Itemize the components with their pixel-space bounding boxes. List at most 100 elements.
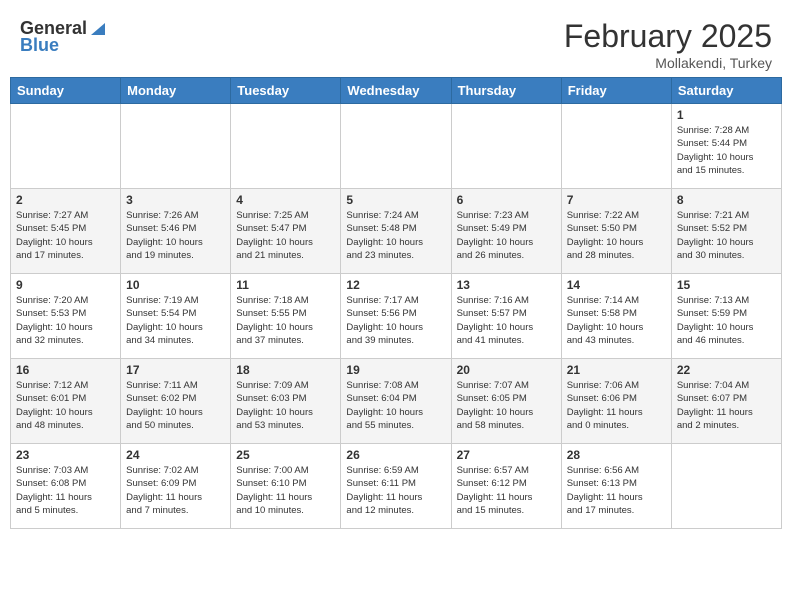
calendar-cell: 25Sunrise: 7:00 AM Sunset: 6:10 PM Dayli… [231,444,341,529]
day-info: Sunrise: 7:00 AM Sunset: 6:10 PM Dayligh… [236,464,335,517]
day-number: 15 [677,278,776,292]
calendar-week-row: 23 Sunrise: 7:03 AM Sunset: 6:08 PM Dayli… [11,444,782,529]
logo: General Blue [20,18,107,56]
day-info: Sunrise: 7:19 AM Sunset: 5:54 PM Dayligh… [126,294,225,347]
calendar-cell: 6 Sunrise: 7:23 AM Sunset: 5:49 PM Daylig… [451,189,561,274]
calendar-cell: 17 Sunrise: 7:11 AM Sunset: 6:02 PM Dayli… [121,359,231,444]
calendar-cell [341,104,451,189]
day-info: Sunrise: 7:28 AM Sunset: 5:44 PM Dayligh… [677,124,776,177]
day-info: Sunrise: 7:12 AM Sunset: 6:01 PM Dayligh… [16,379,115,432]
day-number: 18 [236,363,335,377]
calendar-table: SundayMondayTuesdayWednesdayThursdayFrid… [10,77,782,529]
day-number: 2 [16,193,115,207]
calendar-cell [561,104,671,189]
day-info: Sunrise: 7:13 AM Sunset: 5:59 PM Dayligh… [677,294,776,347]
day-number: 5 [346,193,445,207]
day-number: 8 [677,193,776,207]
calendar-header-row: SundayMondayTuesdayWednesdayThursdayFrid… [11,78,782,104]
day-of-week-header: Thursday [451,78,561,104]
calendar-cell: 4Sunrise: 7:25 AM Sunset: 5:47 PM Daylig… [231,189,341,274]
month-title: February 2025 [564,18,772,55]
day-info: Sunrise: 7:21 AM Sunset: 5:52 PM Dayligh… [677,209,776,262]
day-info: Sunrise: 7:27 AM Sunset: 5:45 PM Dayligh… [16,209,115,262]
calendar-cell: 1 Sunrise: 7:28 AM Sunset: 5:44 PM Daylig… [671,104,781,189]
calendar-cell: 10 Sunrise: 7:19 AM Sunset: 5:54 PM Dayli… [121,274,231,359]
calendar-cell: 2 Sunrise: 7:27 AM Sunset: 5:45 PM Daylig… [11,189,121,274]
day-number: 21 [567,363,666,377]
calendar-cell: 27 Sunrise: 6:57 AM Sunset: 6:12 PM Dayli… [451,444,561,529]
calendar-cell: 5 Sunrise: 7:24 AM Sunset: 5:48 PM Daylig… [341,189,451,274]
day-info: Sunrise: 7:03 AM Sunset: 6:08 PM Dayligh… [16,464,115,517]
day-number: 20 [457,363,556,377]
day-info: Sunrise: 7:26 AM Sunset: 5:46 PM Dayligh… [126,209,225,262]
calendar-cell [121,104,231,189]
calendar-cell [671,444,781,529]
day-of-week-header: Wednesday [341,78,451,104]
day-of-week-header: Saturday [671,78,781,104]
calendar-cell: 16Sunrise: 7:12 AM Sunset: 6:01 PM Dayli… [11,359,121,444]
header-right: February 2025 Mollakendi, Turkey [564,18,772,71]
location: Mollakendi, Turkey [564,55,772,71]
day-info: Sunrise: 7:20 AM Sunset: 5:53 PM Dayligh… [16,294,115,347]
day-of-week-header: Sunday [11,78,121,104]
day-number: 14 [567,278,666,292]
day-info: Sunrise: 7:16 AM Sunset: 5:57 PM Dayligh… [457,294,556,347]
calendar-week-row: 16Sunrise: 7:12 AM Sunset: 6:01 PM Dayli… [11,359,782,444]
calendar-week-row: 1 Sunrise: 7:28 AM Sunset: 5:44 PM Daylig… [11,104,782,189]
day-info: Sunrise: 7:23 AM Sunset: 5:49 PM Dayligh… [457,209,556,262]
day-of-week-header: Monday [121,78,231,104]
calendar-cell: 13Sunrise: 7:16 AM Sunset: 5:57 PM Dayli… [451,274,561,359]
day-number: 1 [677,108,776,122]
day-of-week-header: Friday [561,78,671,104]
calendar-cell [451,104,561,189]
day-info: Sunrise: 7:17 AM Sunset: 5:56 PM Dayligh… [346,294,445,347]
calendar-week-row: 2 Sunrise: 7:27 AM Sunset: 5:45 PM Daylig… [11,189,782,274]
day-number: 4 [236,193,335,207]
day-number: 26 [346,448,445,462]
day-number: 6 [457,193,556,207]
day-of-week-header: Tuesday [231,78,341,104]
day-info: Sunrise: 7:14 AM Sunset: 5:58 PM Dayligh… [567,294,666,347]
day-info: Sunrise: 7:06 AM Sunset: 6:06 PM Dayligh… [567,379,666,432]
calendar-cell: 21 Sunrise: 7:06 AM Sunset: 6:06 PM Dayli… [561,359,671,444]
day-info: Sunrise: 7:24 AM Sunset: 5:48 PM Dayligh… [346,209,445,262]
day-info: Sunrise: 6:59 AM Sunset: 6:11 PM Dayligh… [346,464,445,517]
day-info: Sunrise: 7:07 AM Sunset: 6:05 PM Dayligh… [457,379,556,432]
calendar-cell: 26 Sunrise: 6:59 AM Sunset: 6:11 PM Dayli… [341,444,451,529]
day-info: Sunrise: 7:04 AM Sunset: 6:07 PM Dayligh… [677,379,776,432]
calendar-cell: 9Sunrise: 7:20 AM Sunset: 5:53 PM Daylig… [11,274,121,359]
calendar-cell: 19 Sunrise: 7:08 AM Sunset: 6:04 PM Dayli… [341,359,451,444]
page-header: General Blue February 2025 Mollakendi, T… [10,10,782,77]
calendar-week-row: 9Sunrise: 7:20 AM Sunset: 5:53 PM Daylig… [11,274,782,359]
day-number: 3 [126,193,225,207]
day-info: Sunrise: 7:22 AM Sunset: 5:50 PM Dayligh… [567,209,666,262]
day-info: Sunrise: 6:56 AM Sunset: 6:13 PM Dayligh… [567,464,666,517]
day-info: Sunrise: 7:18 AM Sunset: 5:55 PM Dayligh… [236,294,335,347]
day-info: Sunrise: 7:08 AM Sunset: 6:04 PM Dayligh… [346,379,445,432]
day-info: Sunrise: 7:11 AM Sunset: 6:02 PM Dayligh… [126,379,225,432]
day-number: 22 [677,363,776,377]
day-info: Sunrise: 7:09 AM Sunset: 6:03 PM Dayligh… [236,379,335,432]
calendar-cell: 14 Sunrise: 7:14 AM Sunset: 5:58 PM Dayli… [561,274,671,359]
calendar-cell: 18 Sunrise: 7:09 AM Sunset: 6:03 PM Dayli… [231,359,341,444]
calendar-cell: 3 Sunrise: 7:26 AM Sunset: 5:46 PM Daylig… [121,189,231,274]
day-number: 11 [236,278,335,292]
calendar-cell: 15 Sunrise: 7:13 AM Sunset: 5:59 PM Dayli… [671,274,781,359]
logo-blue-text: Blue [20,35,59,56]
day-number: 17 [126,363,225,377]
day-number: 19 [346,363,445,377]
day-number: 10 [126,278,225,292]
calendar-cell: 22 Sunrise: 7:04 AM Sunset: 6:07 PM Dayli… [671,359,781,444]
day-info: Sunrise: 6:57 AM Sunset: 6:12 PM Dayligh… [457,464,556,517]
day-info: Sunrise: 7:02 AM Sunset: 6:09 PM Dayligh… [126,464,225,517]
calendar-cell: 28Sunrise: 6:56 AM Sunset: 6:13 PM Dayli… [561,444,671,529]
calendar-cell: 12 Sunrise: 7:17 AM Sunset: 5:56 PM Dayli… [341,274,451,359]
day-number: 12 [346,278,445,292]
day-number: 7 [567,193,666,207]
calendar-cell: 20 Sunrise: 7:07 AM Sunset: 6:05 PM Dayli… [451,359,561,444]
day-number: 27 [457,448,556,462]
day-number: 24 [126,448,225,462]
day-number: 23 [16,448,115,462]
calendar-cell: 7 Sunrise: 7:22 AM Sunset: 5:50 PM Daylig… [561,189,671,274]
calendar-cell: 8 Sunrise: 7:21 AM Sunset: 5:52 PM Daylig… [671,189,781,274]
